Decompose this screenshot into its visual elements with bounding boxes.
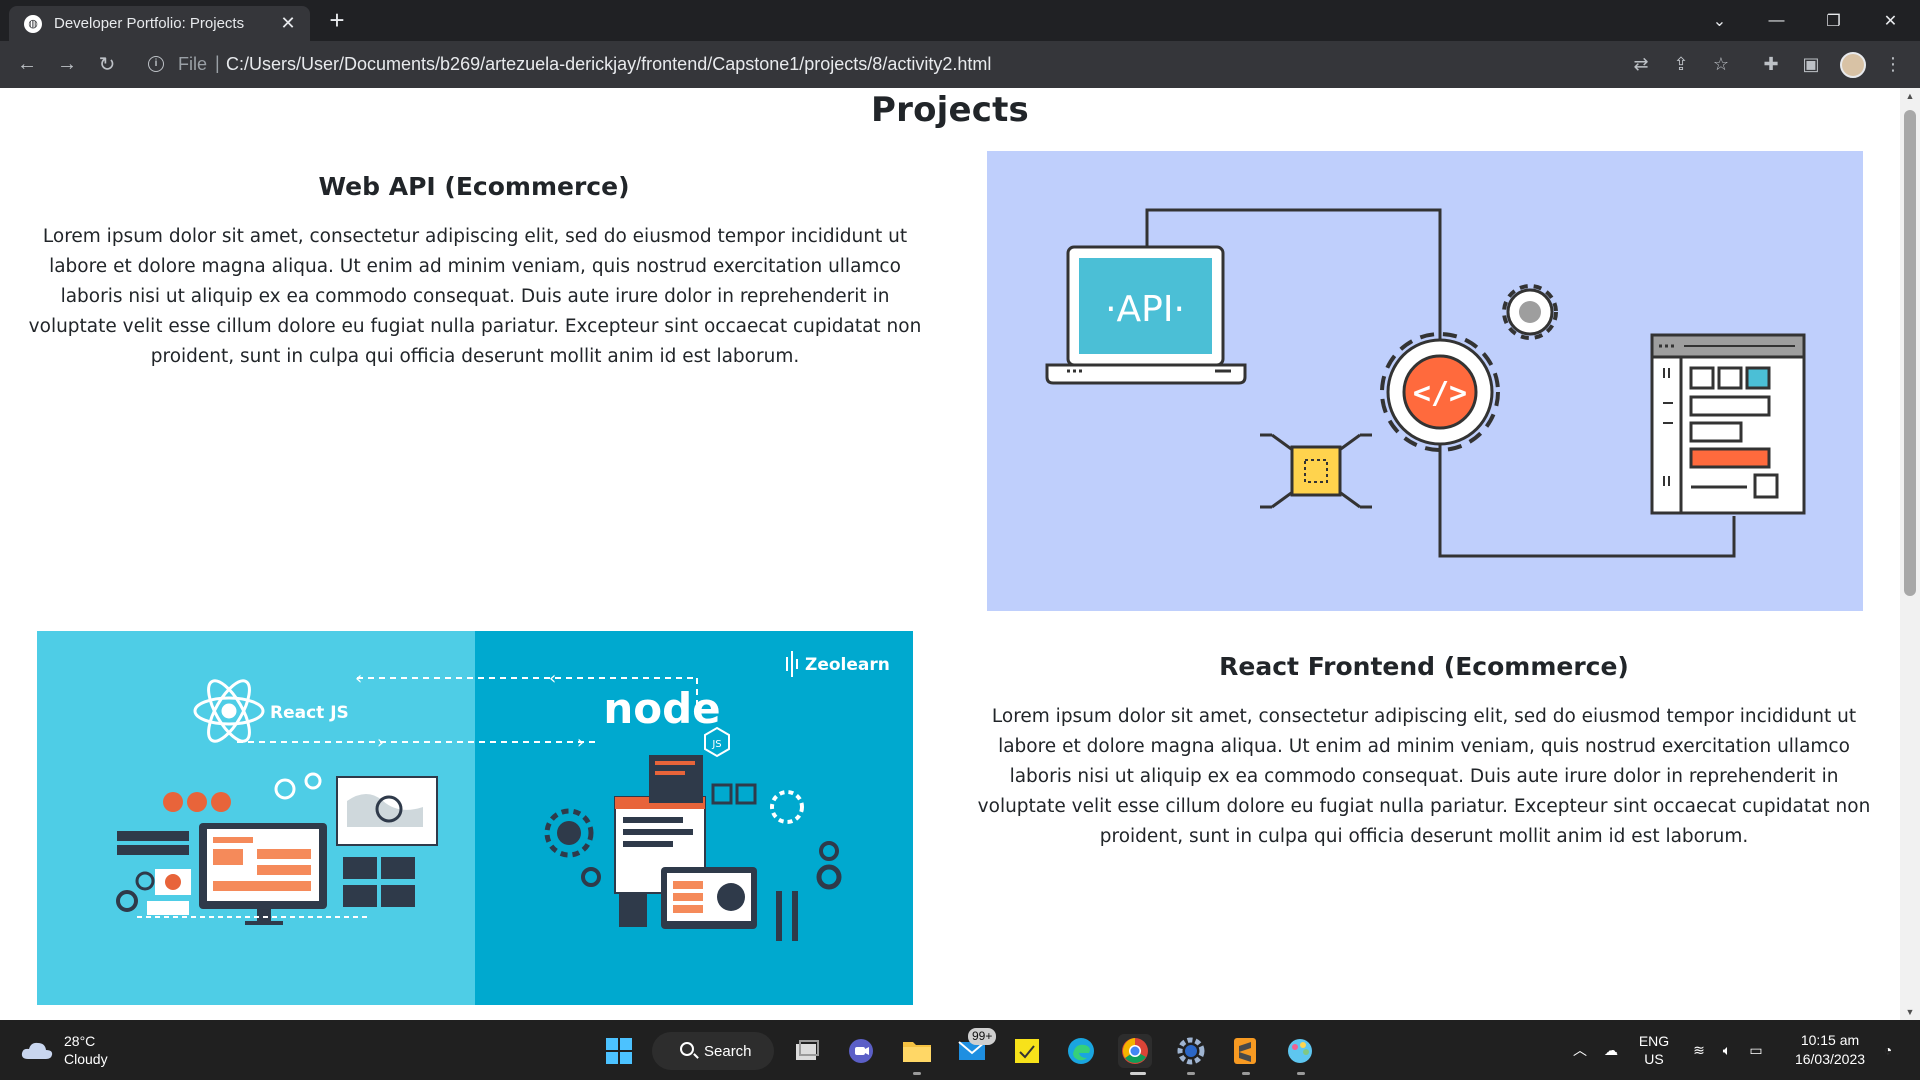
edge-icon[interactable] (1064, 1034, 1098, 1068)
page-viewport: Projects Web API (Ecommerce) Lorem ipsum… (0, 88, 1900, 1020)
restore-icon[interactable]: ❐ (1805, 0, 1862, 41)
wifi-icon[interactable]: ≋ (1688, 1020, 1710, 1080)
api-diagram-svg: ·API· </> (1045, 208, 1806, 558)
weather-temp: 28°C (64, 1033, 96, 1049)
project-description-react-frontend: Lorem ipsum dolor sit amet, consectetur … (977, 706, 1871, 847)
taskbar-search[interactable]: Search (652, 1032, 774, 1070)
svg-text:›: › (577, 732, 584, 753)
new-tab-button[interactable]: + (322, 6, 352, 36)
share-icon[interactable]: ⇪ (1668, 51, 1694, 77)
forward-icon[interactable]: → (52, 49, 82, 79)
clock-date: 16/03/2023 (1794, 1051, 1866, 1067)
paint-running-indicator (1297, 1072, 1305, 1075)
star-icon[interactable]: ☆ (1708, 51, 1734, 77)
sublime-text-icon[interactable] (1228, 1034, 1262, 1068)
web-api-illustration: ·API· </> (987, 151, 1863, 611)
windows-taskbar: 28°C Cloudy Search 99+ ︿ ☁ ENG US ≋ 🔈︎ ▭… (0, 1020, 1920, 1080)
translate-icon[interactable]: ⇄ (1628, 51, 1654, 77)
lang-top: ENG (1638, 1033, 1670, 1049)
extensions-icon[interactable]: ✚ (1758, 51, 1784, 77)
page-title: Projects (870, 90, 1029, 130)
settings-running-indicator (1187, 1072, 1195, 1075)
profile-avatar[interactable] (1840, 52, 1866, 78)
api-screen-label: ·API· (1105, 289, 1185, 330)
lang-bottom: US (1644, 1051, 1664, 1067)
url-separator: | (215, 53, 220, 73)
volume-icon[interactable]: 🔈︎ (1716, 1020, 1738, 1080)
notification-icon[interactable]: ◔ (1876, 1020, 1900, 1080)
language-indicator[interactable]: ENG US (1632, 1020, 1676, 1080)
paint-icon[interactable] (1283, 1034, 1317, 1068)
close-window-icon[interactable]: ✕ (1862, 0, 1919, 41)
browser-window-icon (1650, 333, 1806, 515)
project-title-react-frontend: React Frontend (Ecommerce) (1219, 652, 1629, 681)
sublime-running-indicator (1242, 1072, 1250, 1075)
chrome-running-indicator (1130, 1072, 1146, 1075)
react-node-svg: ‹ ‹ › › React JS node JS Zeolearn (37, 631, 913, 1005)
react-js-label: React JS (270, 703, 349, 723)
scroll-down-icon[interactable]: ▼ (1905, 1007, 1915, 1017)
close-tab-icon[interactable]: ✕ (278, 13, 298, 34)
weather-desc: Cloudy (64, 1051, 108, 1067)
chip-icon (1260, 433, 1372, 509)
search-label: Search (704, 1042, 752, 1060)
chrome-icon[interactable] (1118, 1034, 1152, 1068)
browser-tab-bar: ◍ Developer Portfolio: Projects ✕ + ⌄ — … (0, 0, 1920, 41)
weather-widget[interactable]: 28°C Cloudy (20, 1032, 108, 1068)
scrollbar-thumb[interactable] (1904, 110, 1916, 596)
svg-text:‹: ‹ (355, 668, 362, 689)
reload-icon[interactable]: ↻ (92, 49, 122, 79)
info-icon[interactable]: i (148, 56, 164, 72)
cloud-icon (20, 1039, 54, 1061)
start-icon[interactable] (602, 1034, 636, 1068)
browser-tab[interactable]: ◍ Developer Portfolio: Projects ✕ (9, 6, 310, 41)
mail-badge: 99+ (968, 1028, 997, 1045)
node-logo-text: node (603, 684, 720, 733)
task-view-icon[interactable] (790, 1034, 824, 1068)
search-icon (680, 1042, 694, 1056)
minimize-icon[interactable]: — (1748, 0, 1805, 41)
sticky-notes-icon[interactable] (1010, 1034, 1044, 1068)
chevron-up-icon[interactable]: ︿ (1568, 1020, 1592, 1080)
project-title-web-api: Web API (Ecommerce) (318, 172, 630, 201)
gear-icon: </> (1380, 332, 1500, 452)
explorer-running-indicator (913, 1072, 921, 1075)
teams-chat-icon[interactable] (844, 1034, 878, 1068)
url-text[interactable]: C:/Users/User/Documents/b269/artezuela-d… (226, 54, 991, 75)
tab-search-icon[interactable]: ⌄ (1691, 0, 1748, 41)
address-bar[interactable]: i File | C:/Users/User/Documents/b269/ar… (136, 45, 1784, 83)
svg-text:›: › (377, 732, 384, 753)
globe-icon: ◍ (24, 14, 42, 33)
clock[interactable]: 10:15 am 16/03/2023 (1780, 1020, 1880, 1080)
battery-icon[interactable]: ▭ (1744, 1020, 1768, 1080)
zeolearn-brand: Zeolearn (805, 655, 890, 675)
small-gear-icon (1502, 284, 1558, 340)
url-scheme: File (178, 54, 208, 74)
side-panel-icon[interactable]: ▣ (1798, 51, 1824, 77)
clock-time: 10:15 am (1800, 1032, 1860, 1048)
project-description-web-api: Lorem ipsum dolor sit amet, consectetur … (28, 226, 922, 367)
node-js-label: JS (711, 739, 721, 750)
file-explorer-icon[interactable] (900, 1034, 934, 1068)
menu-icon[interactable]: ⋮ (1880, 51, 1906, 77)
scroll-up-icon[interactable]: ▲ (1905, 91, 1915, 101)
svg-text:</>: </> (1413, 376, 1467, 411)
back-icon[interactable]: ← (12, 49, 42, 79)
page-scrollbar[interactable]: ▲ ▼ (1900, 88, 1920, 1020)
tab-title: Developer Portfolio: Projects (54, 15, 245, 32)
react-frontend-illustration: ‹ ‹ › › React JS node JS Zeolearn (37, 631, 913, 1005)
settings-icon[interactable] (1174, 1034, 1208, 1068)
onedrive-icon[interactable]: ☁ (1598, 1020, 1624, 1080)
svg-text:‹: ‹ (549, 668, 556, 689)
